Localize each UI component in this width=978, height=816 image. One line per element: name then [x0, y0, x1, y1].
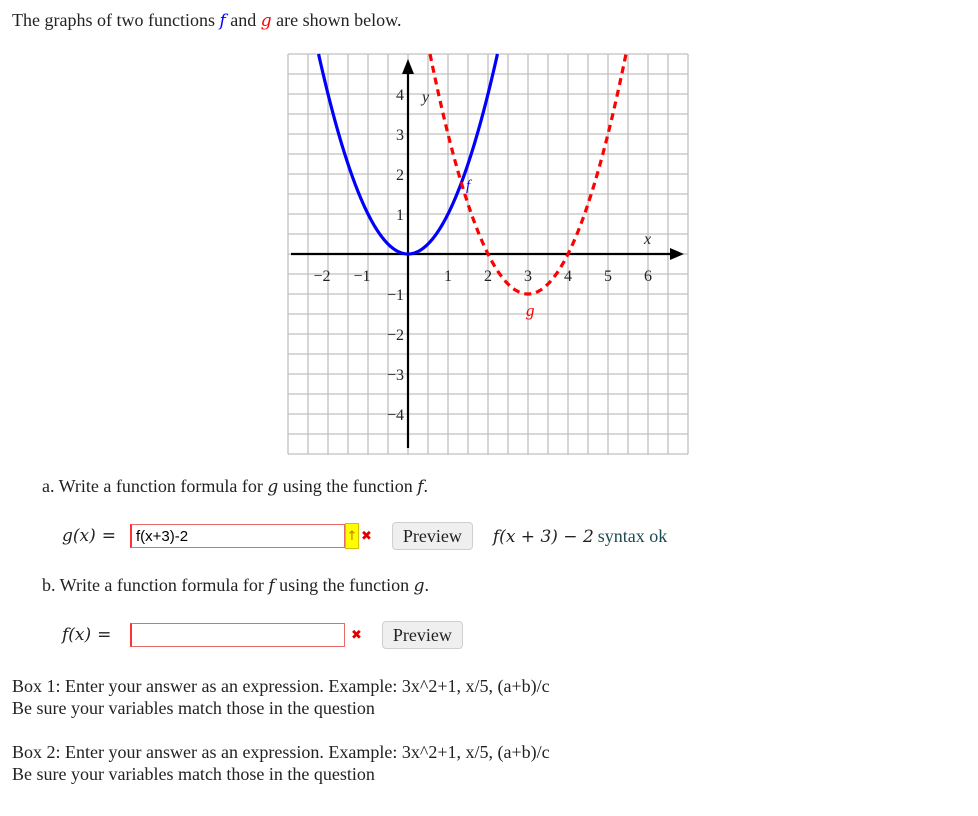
- help-box-2-line-1: Box 2: Enter your answer as an expressio…: [12, 742, 550, 762]
- x-axis-label: x: [643, 231, 651, 248]
- y-tick-label: 1: [396, 207, 404, 224]
- help-box-2-line-2: Be sure your variables match those in th…: [12, 764, 375, 784]
- y-tick-label: 3: [396, 127, 404, 144]
- y-tick-label: −4: [387, 407, 404, 424]
- y-axis-arrow-icon: [402, 59, 414, 74]
- incorrect-x-icon: ✖: [361, 528, 372, 544]
- answer-b-fn: f(x): [62, 625, 92, 645]
- question-b-suffix: .: [424, 575, 430, 595]
- y-tick-label: −1: [387, 287, 404, 304]
- preview-math: f(x + 3) − 2: [492, 526, 594, 547]
- answer-b-row: f(x) = ✖ Preview: [62, 621, 463, 649]
- curve-label-g: g: [526, 301, 535, 320]
- function-graph: −2 −1 1 2 3 4 5 6 4 3 2 1 −1 −2 −3 −4 y x f g: [287, 53, 689, 455]
- answer-a-fn: g(x): [62, 526, 96, 546]
- intro-before: The graphs of two functions: [12, 10, 220, 30]
- g-symbol: g: [260, 11, 272, 31]
- help-box-1: Box 1: Enter your answer as an expressio…: [12, 675, 550, 719]
- answer-a-input[interactable]: [130, 524, 345, 548]
- question-a-prefix: a. Write a function formula for: [42, 476, 268, 496]
- preview-button-b[interactable]: Preview: [381, 621, 463, 649]
- intro-text: The graphs of two functions f and g are …: [12, 10, 401, 31]
- help-box-2: Box 2: Enter your answer as an expressio…: [12, 741, 550, 785]
- question-b-prefix: b. Write a function formula for: [42, 575, 269, 595]
- question-b: b. Write a function formula for f using …: [42, 575, 429, 596]
- x-axis-arrow-icon: [670, 248, 684, 260]
- help-box-1-line-2: Be sure your variables match those in th…: [12, 698, 375, 718]
- question-b-var-g: g: [413, 576, 425, 596]
- preview-result-a: f(x + 3) − 2 syntax ok: [493, 526, 667, 547]
- x-tick-label: 2: [484, 268, 492, 285]
- answer-b-input[interactable]: [130, 623, 345, 647]
- question-a-suffix: .: [423, 476, 429, 496]
- x-tick-label: 5: [604, 268, 612, 285]
- question-a-var-g: g: [267, 477, 279, 497]
- help-box-1-line-1: Box 1: Enter your answer as an expressio…: [12, 676, 550, 696]
- syntax-status: syntax ok: [597, 525, 668, 546]
- answer-a-equals: =: [101, 526, 116, 546]
- answer-a-row: g(x)= ↑ ✖ Preview f(x + 3) − 2syntax ok: [62, 522, 667, 550]
- preview-button-a[interactable]: Preview: [391, 522, 473, 550]
- x-tick-label: 6: [644, 268, 652, 285]
- answer-a-label: g(x) =: [62, 526, 130, 546]
- question-b-middle: using the function: [274, 575, 414, 595]
- answer-b-label: f(x) =: [62, 625, 130, 645]
- answer-b-equals: =: [97, 625, 112, 645]
- y-tick-label: 4: [396, 87, 404, 104]
- x-tick-label: 3: [524, 268, 532, 285]
- x-tick-label: 4: [564, 268, 572, 285]
- incorrect-x-icon: ✖: [351, 627, 362, 643]
- y-tick-label: −2: [387, 327, 404, 344]
- x-tick-label: −1: [353, 268, 370, 285]
- entry-tip-icon[interactable]: ↑: [345, 523, 359, 549]
- y-axis-label: y: [420, 89, 430, 106]
- x-tick-label: −2: [313, 268, 330, 285]
- question-a: a. Write a function formula for g using …: [42, 476, 428, 497]
- curve-label-f: f: [466, 178, 472, 194]
- y-tick-label: −3: [387, 367, 404, 384]
- intro-after: are shown below.: [271, 10, 402, 30]
- question-a-middle: using the function: [278, 476, 418, 496]
- x-tick-label: 1: [444, 268, 452, 285]
- intro-middle: and: [225, 10, 261, 30]
- y-tick-label: 2: [396, 167, 404, 184]
